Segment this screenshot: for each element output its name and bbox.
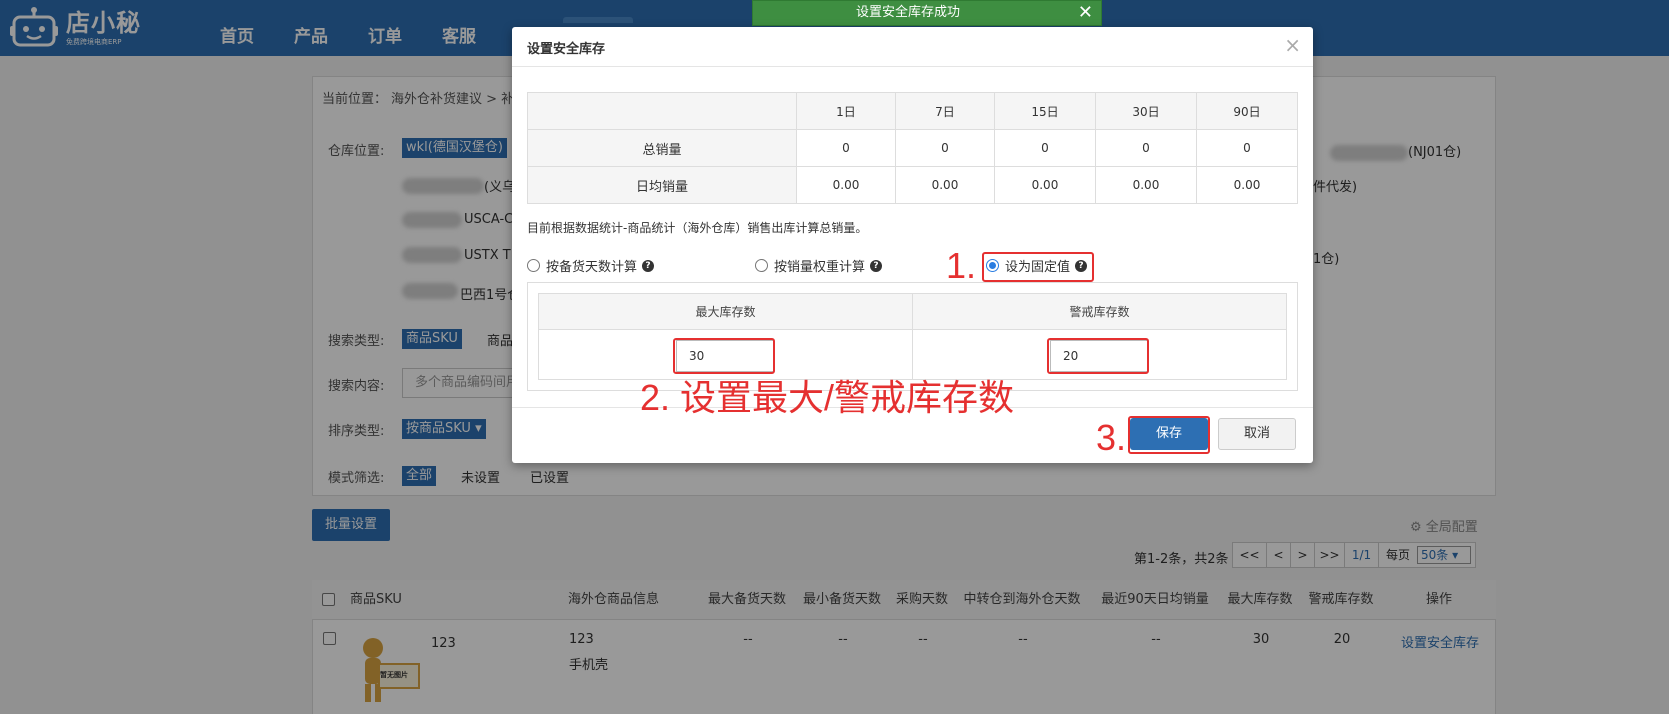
total-sales-label: 总销量 [527,129,797,167]
help-icon[interactable]: ? [642,259,655,272]
sales-stats-table: 1日 7日 15日 30日 90日 总销量 0 0 0 0 0 日均销量 0.0… [527,92,1299,204]
avg-sales-row: 日均销量 0.00 0.00 0.00 0.00 0.00 [527,166,1299,204]
avg-sales-value: 0.00 [796,166,896,204]
period-header: 7日 [894,92,995,130]
stats-header-row: 1日 7日 15日 30日 90日 [527,92,1299,130]
annotation-step-2: 2. 设置最大/警戒库存数 [640,377,1015,418]
fixed-value-table: 最大库存数 警戒库存数 [538,293,1287,380]
avg-sales-value: 0.00 [993,166,1096,204]
toast-close-icon[interactable]: ✕ [1078,1,1093,25]
total-sales-value: 0 [1094,129,1197,167]
cancel-button[interactable]: 取消 [1218,418,1296,450]
annotation-step-3: 3. [1096,417,1127,458]
radio-by-sales-weight[interactable]: 按销量权重计算 ? [755,256,883,275]
total-sales-value: 0 [796,129,896,167]
total-sales-row: 总销量 0 0 0 0 0 [527,129,1299,167]
toast-message: 设置安全库存成功 [855,5,960,20]
radio-label: 按销量权重计算 [774,260,866,275]
total-sales-value: 0 [1195,129,1299,167]
avg-sales-label: 日均销量 [527,166,797,204]
total-sales-value: 0 [993,129,1096,167]
avg-sales-value: 0.00 [1195,166,1299,204]
period-header: 1日 [796,92,896,130]
total-sales-value: 0 [894,129,995,167]
radio-button[interactable] [755,259,768,272]
avg-sales-value: 0.00 [1094,166,1197,204]
radio-button[interactable] [527,259,540,272]
period-header: 90日 [1195,92,1299,130]
annotation-box-fixed-value [982,252,1094,282]
dialog-title: 设置安全库存 [527,42,606,57]
radio-label: 按备货天数计算 [546,260,638,275]
success-toast: 设置安全库存成功 ✕ [752,0,1102,26]
annotation-box-max-stock [673,338,775,374]
avg-sales-value: 0.00 [894,166,995,204]
period-header: 30日 [1094,92,1197,130]
warn-stock-header: 警戒库存数 [912,293,1287,330]
dialog-header: 设置安全库存 × [512,27,1313,67]
fixed-value-box: 最大库存数 警戒库存数 [527,282,1298,391]
max-stock-header: 最大库存数 [538,293,913,330]
annotation-box-warn-stock [1047,338,1149,374]
stats-corner [527,92,797,130]
period-header: 15日 [993,92,1096,130]
close-icon[interactable]: × [1284,33,1301,57]
radio-by-stock-days[interactable]: 按备货天数计算 ? [527,256,655,275]
calculation-note: 目前根据数据统计-商品统计（海外仓库）销售出库计算总销量。 [527,221,868,235]
annotation-box-save [1128,416,1210,454]
help-icon[interactable]: ? [870,259,883,272]
annotation-step-1: 1. [946,245,977,286]
